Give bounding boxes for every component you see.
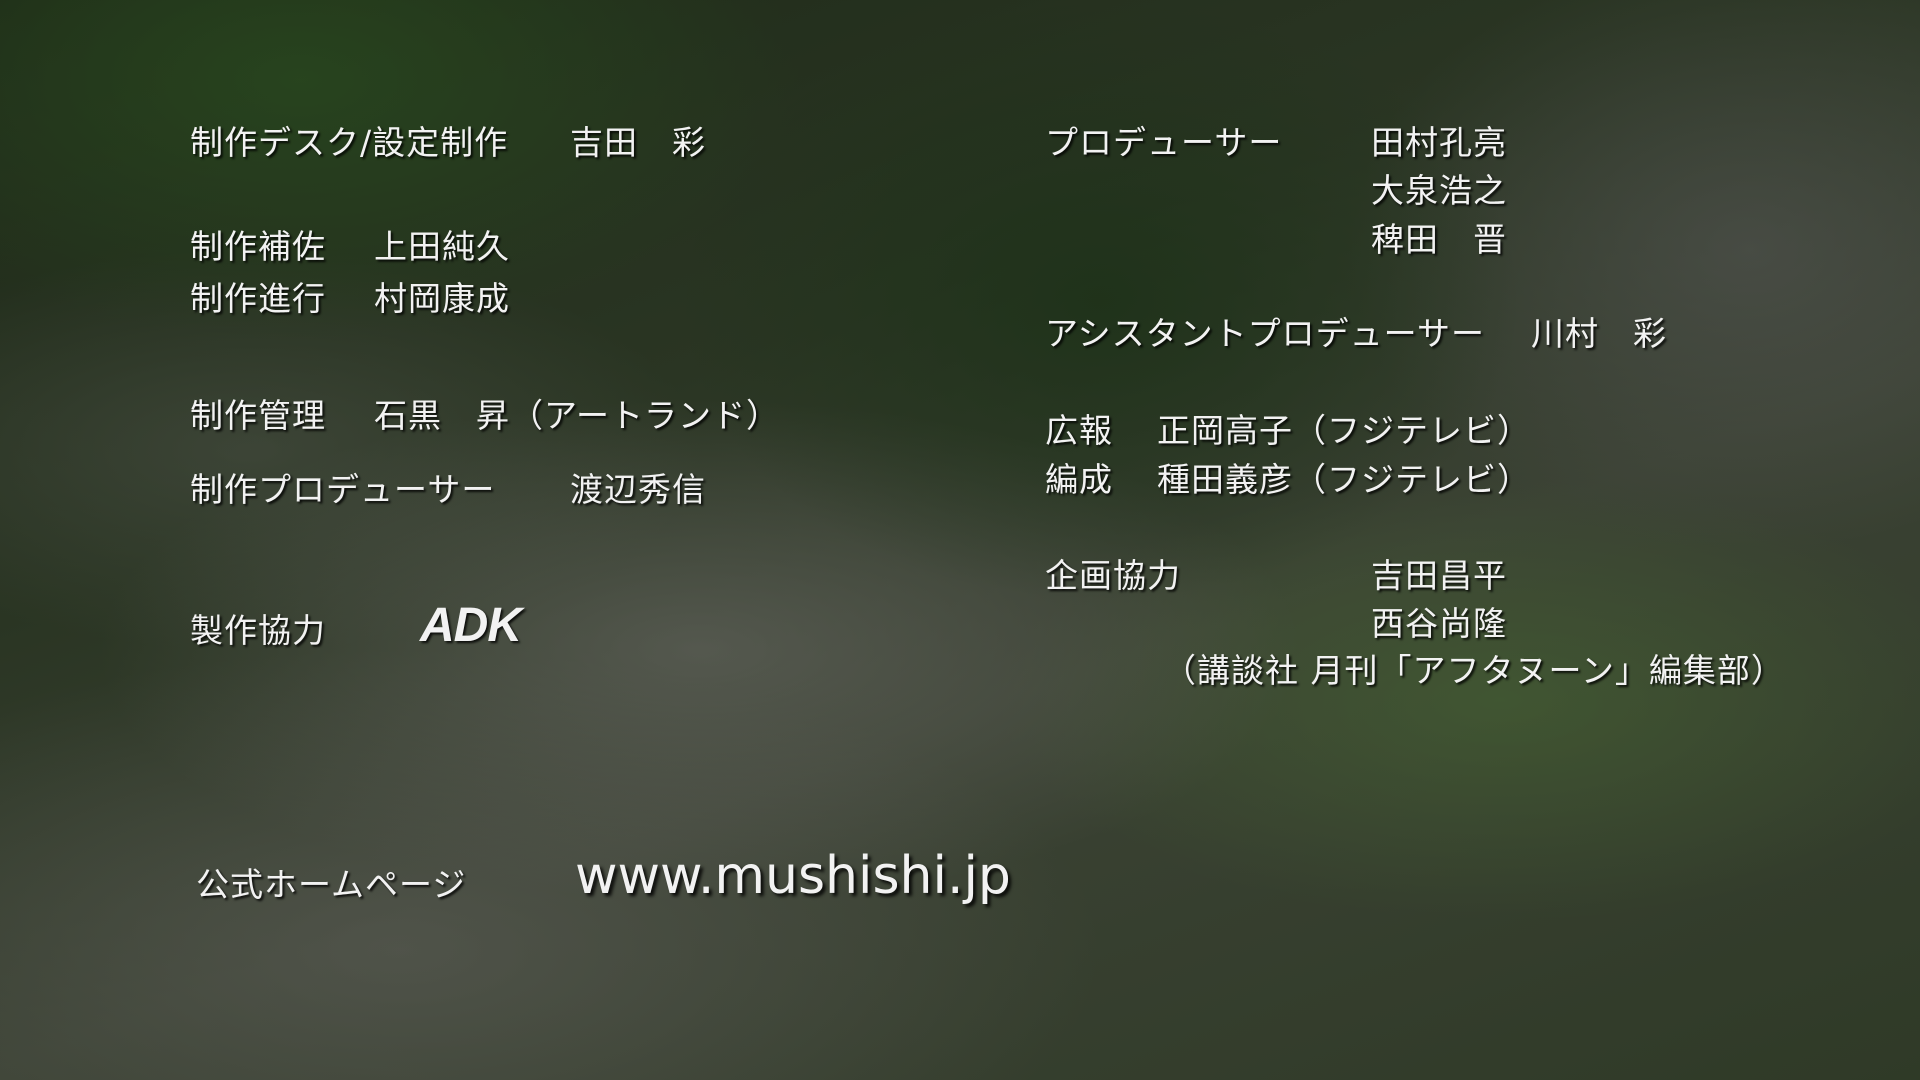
credit-name: 吉田昌平 xyxy=(1371,556,1507,595)
credit-name: 大泉浩之 xyxy=(1371,171,1507,210)
credit-role: アシスタントプロデューサー xyxy=(1045,314,1486,353)
homepage-label: 公式ホームページ xyxy=(196,865,467,904)
credit-name: 渡辺秀信 xyxy=(570,470,706,509)
credit-name: 西谷尚隆 xyxy=(1371,604,1507,643)
credit-name: 稗田 晋 xyxy=(1371,220,1507,259)
credit-role: 制作デスク/設定制作 xyxy=(190,123,509,162)
credit-name: 正岡高子（フジテレビ） xyxy=(1157,411,1531,450)
credit-name: 川村 彩 xyxy=(1531,314,1667,353)
credit-name: 田村孔亮 xyxy=(1371,123,1507,162)
adk-logo: ADK xyxy=(420,599,522,652)
homepage-url: www.mushishi.jp xyxy=(575,846,1011,906)
credit-name: 村岡康成 xyxy=(374,279,510,318)
credit-role: 制作プロデューサー xyxy=(190,470,496,509)
credit-role: 製作協力 xyxy=(190,611,326,650)
credit-name: 上田純久 xyxy=(374,227,510,266)
credit-name: 石黒 昇（アートランド） xyxy=(374,396,781,435)
credit-role: プロデューサー xyxy=(1045,123,1283,162)
credit-affiliation: （講談社 月刊「アフタヌーン」編集部） xyxy=(1163,651,1785,690)
credit-role: 編成 xyxy=(1045,460,1113,499)
credit-role: 企画協力 xyxy=(1045,556,1181,595)
credit-role: 広報 xyxy=(1045,411,1113,450)
credit-name: 種田義彦（フジテレビ） xyxy=(1157,460,1531,499)
credit-name: 吉田 彩 xyxy=(570,123,706,162)
credit-role: 制作管理 xyxy=(190,396,326,435)
credit-role: 制作補佐 xyxy=(190,227,326,266)
credit-role: 制作進行 xyxy=(190,279,326,318)
